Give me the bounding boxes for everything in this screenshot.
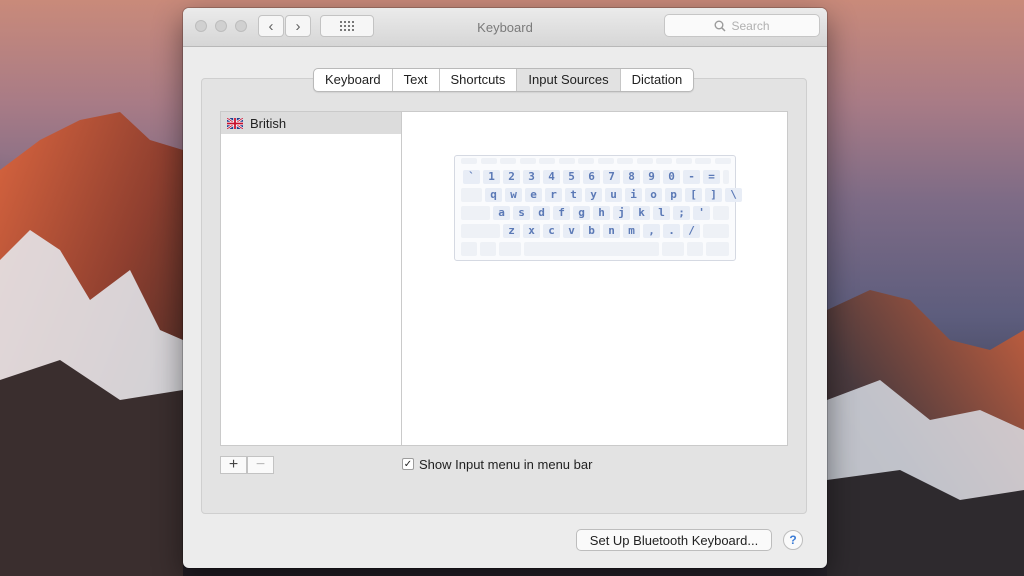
modifier-key <box>524 242 659 256</box>
tab-input-sources[interactable]: Input Sources <box>517 69 621 91</box>
keyboard-key: 1 <box>483 170 500 184</box>
list-item-label: British <box>250 115 287 131</box>
function-key <box>617 158 633 164</box>
keyboard-key: i <box>625 188 642 202</box>
keyboard-key: l <box>653 206 670 220</box>
keyboard-key: / <box>683 224 700 238</box>
add-input-source-button[interactable]: + <box>220 456 247 474</box>
keyboard-key: \ <box>725 188 742 202</box>
function-key <box>656 158 672 164</box>
keyboard-key: 2 <box>503 170 520 184</box>
keyboard-key: h <box>593 206 610 220</box>
function-key <box>597 158 614 164</box>
keyboard-key: v <box>563 224 580 238</box>
keyboard-preferences-window: ‹ › Keyboard Search Keyboard Text Shortc… <box>183 8 827 568</box>
modifier-key <box>713 206 729 220</box>
modifier-key <box>703 224 729 238</box>
keyboard-key: j <box>613 206 630 220</box>
keyboard-key: 6 <box>583 170 600 184</box>
keyboard-key: - <box>683 170 700 184</box>
search-icon <box>714 20 727 32</box>
tab-text[interactable]: Text <box>393 69 440 91</box>
keyboard-key: y <box>585 188 602 202</box>
keyboard-key: ` <box>463 170 480 184</box>
modifier-key <box>461 242 477 256</box>
keyboard-key: ; <box>673 206 690 220</box>
keyboard-key: u <box>605 188 622 202</box>
function-key <box>636 158 653 164</box>
keyboard-key: . <box>663 224 680 238</box>
tab-keyboard[interactable]: Keyboard <box>314 69 393 91</box>
keyboard-layout-preview: ` 1 2 3 4 5 6 7 8 9 0- = q w e r t y u i o p[] \ a s d f g h j k l; ' z x c… <box>454 155 742 261</box>
keyboard-key: w <box>505 188 522 202</box>
function-key <box>675 158 692 164</box>
keyboard-key: a <box>493 206 510 220</box>
keyboard-key: 4 <box>543 170 560 184</box>
remove-input-source-button[interactable]: − <box>247 456 274 474</box>
modifier-key <box>499 242 521 256</box>
keyboard-key: [ <box>685 188 702 202</box>
keyboard-key: d <box>533 206 550 220</box>
function-key <box>558 158 575 164</box>
modifier-key <box>461 188 482 202</box>
keyboard-key: q <box>485 188 502 202</box>
function-key <box>461 158 477 164</box>
function-key <box>578 158 594 164</box>
function-key <box>500 158 516 164</box>
keyboard-key: o <box>645 188 662 202</box>
keyboard-key: 7 <box>603 170 620 184</box>
keyboard-key: g <box>573 206 590 220</box>
search-placeholder: Search <box>731 18 770 33</box>
tab-bar: Keyboard Text Shortcuts Input Sources Di… <box>313 68 695 92</box>
search-field[interactable]: Search <box>664 14 820 37</box>
keyboard-key: b <box>583 224 600 238</box>
input-sources-list[interactable]: British <box>220 111 402 446</box>
keyboard-key: f <box>553 206 570 220</box>
keyboard-key: = <box>703 170 720 184</box>
function-key <box>695 158 711 164</box>
keyboard-key: ' <box>693 206 710 220</box>
tab-dictation[interactable]: Dictation <box>621 69 694 91</box>
show-input-menu-label: Show Input menu in menu bar <box>419 457 593 472</box>
keyboard-key: c <box>543 224 560 238</box>
keyboard-key: , <box>643 224 660 238</box>
keyboard-key: 0 <box>663 170 680 184</box>
set-up-bluetooth-keyboard-button[interactable]: Set Up Bluetooth Keyboard... <box>576 529 772 551</box>
modifier-key <box>461 206 490 220</box>
keyboard-layout-preview-panel: ` 1 2 3 4 5 6 7 8 9 0- = q w e r t y u i o p[] \ a s d f g h j k l; ' z x c… <box>401 111 788 446</box>
keyboard-key: t <box>565 188 582 202</box>
title-bar: ‹ › Keyboard Search <box>183 8 827 47</box>
keyboard-key: 8 <box>623 170 640 184</box>
keyboard-key: k <box>633 206 650 220</box>
show-input-menu-checkbox[interactable]: ✓ <box>402 458 414 470</box>
tab-shortcuts[interactable]: Shortcuts <box>440 69 518 91</box>
modifier-key <box>723 170 729 184</box>
uk-flag-icon <box>227 117 243 129</box>
keyboard-key: n <box>603 224 620 238</box>
function-key <box>539 158 555 164</box>
keyboard-key: 3 <box>523 170 540 184</box>
keyboard-key: m <box>623 224 640 238</box>
modifier-key <box>662 242 684 256</box>
keyboard-key: ] <box>705 188 722 202</box>
keyboard-key: 5 <box>563 170 580 184</box>
modifier-key <box>687 242 703 256</box>
keyboard-key: s <box>513 206 530 220</box>
help-button[interactable]: ? <box>783 530 803 550</box>
keyboard-key: e <box>525 188 542 202</box>
keyboard-key: z <box>503 224 520 238</box>
modifier-key <box>706 242 729 256</box>
modifier-key <box>480 242 496 256</box>
modifier-key <box>461 224 500 238</box>
keyboard-key: 9 <box>643 170 660 184</box>
keyboard-key: r <box>545 188 562 202</box>
list-item-british[interactable]: British <box>221 112 401 134</box>
function-key <box>519 158 536 164</box>
keyboard-key: x <box>523 224 540 238</box>
function-key <box>714 158 731 164</box>
keyboard-key: p <box>665 188 682 202</box>
function-key <box>480 158 497 164</box>
